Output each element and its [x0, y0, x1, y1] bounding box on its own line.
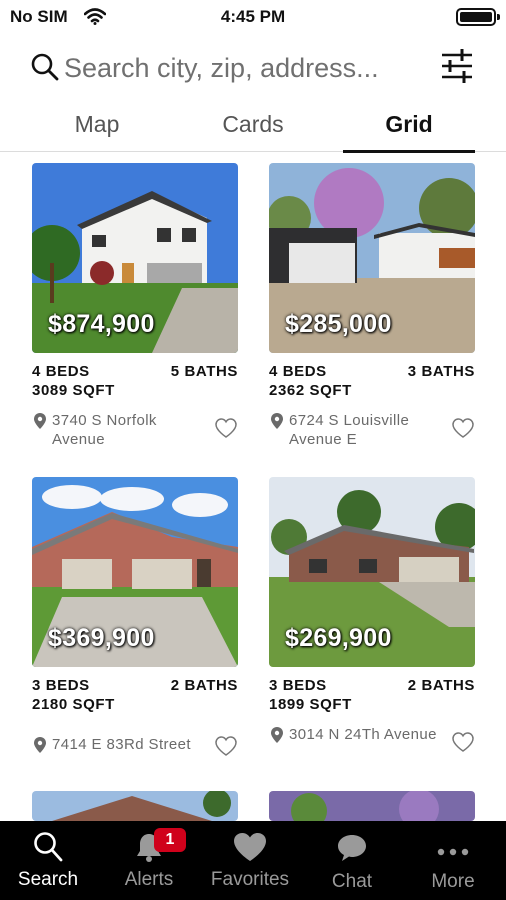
more-dots-icon	[437, 843, 469, 861]
heart-icon	[232, 831, 268, 868]
listing-beds: 3 BEDS	[32, 677, 90, 694]
listing-photo[interactable]: $269,900	[269, 477, 475, 667]
nav-search[interactable]: Search	[0, 821, 96, 900]
listing-sqft: 3089 SQFT	[32, 382, 115, 399]
listing-sqft: 2362 SQFT	[269, 382, 352, 399]
nav-chat-label: Chat	[331, 871, 373, 892]
nav-favorites[interactable]: Favorites	[202, 821, 298, 900]
listing-photo[interactable]: $285,000	[269, 163, 475, 353]
bottom-nav: Search Alerts 1 Favorites Chat More	[0, 821, 506, 900]
chat-bubble-icon	[336, 833, 368, 868]
listing-card[interactable]: $874,900 4 BEDS 5 BATHS 3089 SQFT 3740 S…	[32, 163, 238, 451]
listing-photo[interactable]: $874,900	[32, 163, 238, 353]
listing-grid: $874,900 4 BEDS 5 BATHS 3089 SQFT 3740 S…	[0, 163, 506, 821]
favorite-heart-icon[interactable]	[214, 417, 238, 444]
listing-baths: 2 BATHS	[170, 677, 238, 694]
search-icon	[30, 52, 60, 87]
listing-price: $269,900	[285, 624, 392, 652]
nav-search-label: Search	[17, 869, 79, 890]
listing-address: 3014 N 24Th Avenue	[289, 726, 437, 743]
nav-chat[interactable]: Chat	[302, 821, 402, 900]
nav-more[interactable]: More	[404, 821, 502, 900]
listing-card[interactable]: $285,000 4 BEDS 3 BATHS 2362 SQFT 6724 S…	[269, 163, 475, 451]
listing-baths: 2 BATHS	[407, 677, 475, 694]
favorite-heart-icon[interactable]	[214, 735, 238, 762]
listing-price: $369,900	[48, 624, 155, 652]
location-pin-icon	[34, 413, 46, 434]
location-pin-icon	[271, 727, 283, 748]
listing-card[interactable]: $369,900 3 BEDS 2 BATHS 2180 SQFT 7414 E…	[32, 477, 238, 765]
filter-sliders-icon[interactable]	[440, 48, 474, 89]
clock: 4:45 PM	[220, 7, 286, 26]
tab-map[interactable]: Map	[32, 100, 162, 152]
listing-sqft: 1899 SQFT	[269, 696, 352, 713]
nav-alerts-label: Alerts	[124, 869, 174, 890]
listing-beds: 3 BEDS	[269, 677, 327, 694]
listing-baths: 5 BATHS	[170, 363, 238, 380]
listing-beds: 4 BEDS	[269, 363, 327, 380]
location-pin-icon	[271, 413, 283, 434]
alerts-badge: 1	[154, 828, 186, 852]
favorite-heart-icon[interactable]	[451, 417, 475, 444]
listing-baths: 3 BATHS	[407, 363, 475, 380]
favorite-heart-icon[interactable]	[451, 731, 475, 758]
listing-address: 7414 E 83Rd Street	[52, 736, 191, 753]
search-input[interactable]	[64, 46, 424, 90]
listing-address: 6724 S Louisville Avenue E	[289, 412, 410, 448]
listing-price: $285,000	[285, 310, 392, 338]
listing-address: 3740 S Norfolk Avenue	[52, 412, 157, 448]
search-bar	[0, 40, 506, 96]
status-bar: No SIM 4:45 PM	[0, 0, 506, 34]
view-tabs: Map Cards Grid	[0, 100, 506, 153]
listing-card[interactable]: $269,900 3 BEDS 2 BATHS 1899 SQFT 3014 N…	[269, 477, 475, 765]
listing-price: $874,900	[48, 310, 155, 338]
tab-grid[interactable]: Grid	[343, 100, 475, 153]
battery-icon	[456, 8, 500, 26]
tab-cards[interactable]: Cards	[188, 100, 318, 152]
nav-more-label: More	[431, 871, 475, 892]
listing-photo[interactable]: $369,900	[32, 477, 238, 667]
listing-card[interactable]	[32, 791, 238, 821]
listing-photo[interactable]	[32, 791, 238, 821]
location-pin-icon	[34, 737, 46, 758]
listing-photo[interactable]	[269, 791, 475, 821]
listing-beds: 4 BEDS	[32, 363, 90, 380]
search-icon	[33, 831, 63, 868]
nav-favorites-label: Favorites	[210, 869, 290, 890]
listing-sqft: 2180 SQFT	[32, 696, 115, 713]
listing-card[interactable]	[269, 791, 475, 821]
